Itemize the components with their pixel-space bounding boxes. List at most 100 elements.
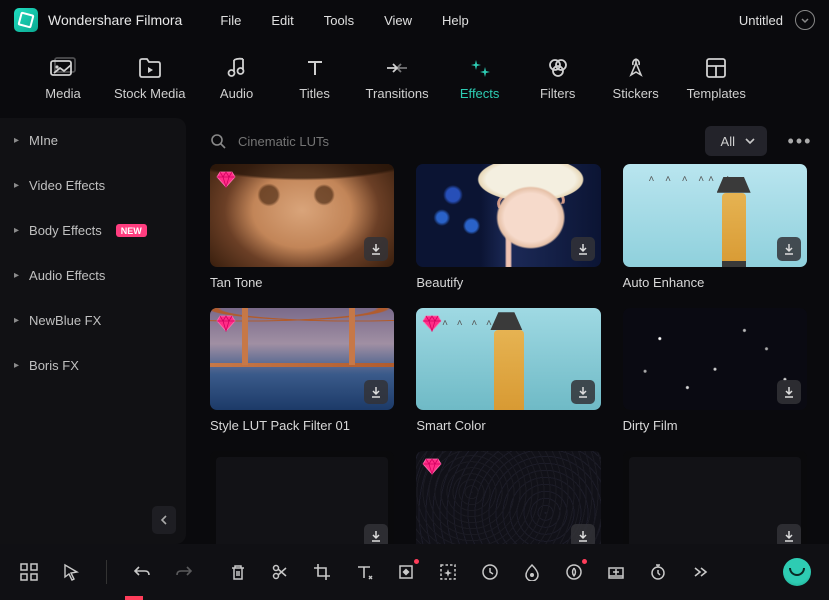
effect-card: Style LUT Pack Filter 01 xyxy=(210,308,394,434)
crop-icon[interactable] xyxy=(311,561,333,583)
timer-icon[interactable] xyxy=(647,561,669,583)
effect-card: ˄ ˄ ˄ ˄˄ ˄Auto Enhance xyxy=(623,164,807,290)
bottom-toolbar xyxy=(0,544,829,600)
effect-thumbnail[interactable] xyxy=(210,308,394,411)
sidebar-item-newblue-fx[interactable]: ▸ NewBlue FX xyxy=(0,298,186,343)
tab-label: Audio xyxy=(220,86,253,101)
menu-file[interactable]: File xyxy=(220,13,241,28)
search-input[interactable] xyxy=(238,134,693,149)
screenshot-icon[interactable] xyxy=(605,561,627,583)
recent-dropdown-icon[interactable] xyxy=(795,10,815,30)
effect-card xyxy=(210,451,394,544)
keyframe-icon[interactable] xyxy=(395,561,417,583)
app-logo xyxy=(14,8,38,32)
effect-thumbnail[interactable] xyxy=(210,164,394,267)
text-tool-icon[interactable] xyxy=(353,561,375,583)
effect-card: Tan Tone xyxy=(210,164,394,290)
premium-diamond-icon xyxy=(216,314,236,332)
effect-thumbnail[interactable] xyxy=(416,164,600,267)
sidebar-item-label: NewBlue FX xyxy=(29,313,101,328)
download-icon[interactable] xyxy=(571,524,595,544)
effect-thumbnail[interactable] xyxy=(210,451,394,544)
audio-icon xyxy=(225,57,249,79)
category-tabs: Media Stock Media Audio Titles Transitio… xyxy=(0,40,829,118)
effect-label: Beautify xyxy=(416,275,600,290)
effect-thumbnail[interactable] xyxy=(623,308,807,411)
sidebar-item-audio-effects[interactable]: ▸ Audio Effects xyxy=(0,253,186,298)
effect-thumbnail[interactable] xyxy=(623,451,807,544)
filter-dropdown[interactable]: All xyxy=(705,126,767,156)
effect-thumbnail[interactable]: ˄ ˄ ˄ ˄˄ ˄ xyxy=(623,164,807,267)
decorative-birds: ˄ ˄ ˄ ˄˄ ˄ xyxy=(648,174,734,185)
effect-card xyxy=(623,451,807,544)
ai-assistant-button[interactable] xyxy=(783,558,811,586)
sidebar-item-mine[interactable]: ▸ MIne xyxy=(0,118,186,163)
download-icon[interactable] xyxy=(777,237,801,261)
separator xyxy=(106,560,107,584)
effect-card: Dirty Film xyxy=(623,308,807,434)
split-icon[interactable] xyxy=(269,561,291,583)
tab-label: Transitions xyxy=(366,86,429,101)
effect-label: Tan Tone xyxy=(210,275,394,290)
ai-tool-icon[interactable] xyxy=(563,561,585,583)
stickers-icon xyxy=(624,57,648,79)
menubar-items: File Edit Tools View Help xyxy=(220,13,468,28)
color-icon[interactable] xyxy=(521,561,543,583)
effect-thumbnail[interactable]: ˄ ˄ ˄ ˄˄ ˄ xyxy=(416,308,600,411)
sidebar-item-video-effects[interactable]: ▸ Video Effects xyxy=(0,163,186,208)
sidebar-item-label: Boris FX xyxy=(29,358,79,373)
tab-filters[interactable]: Filters xyxy=(531,57,585,101)
download-icon[interactable] xyxy=(571,237,595,261)
tab-templates[interactable]: Templates xyxy=(687,57,746,101)
menu-help[interactable]: Help xyxy=(442,13,469,28)
speed-icon[interactable] xyxy=(479,561,501,583)
cursor-icon[interactable] xyxy=(60,561,82,583)
content-panel: All ••• Tan Tone Beautify ˄ ˄ ˄ ˄˄ ˄Auto E… xyxy=(186,118,829,544)
sidebar-item-label: MIne xyxy=(29,133,58,148)
smart-cutout-icon[interactable] xyxy=(437,561,459,583)
delete-icon[interactable] xyxy=(227,561,249,583)
layout-grid-icon[interactable] xyxy=(18,561,40,583)
tab-media[interactable]: Media xyxy=(36,57,90,101)
chevron-down-icon xyxy=(745,137,755,145)
more-options-button[interactable]: ••• xyxy=(785,126,815,156)
download-icon[interactable] xyxy=(777,524,801,544)
menu-tools[interactable]: Tools xyxy=(324,13,354,28)
content-header: All ••• xyxy=(210,118,815,164)
download-icon[interactable] xyxy=(777,380,801,404)
premium-diamond-icon xyxy=(422,457,442,475)
tab-label: Titles xyxy=(299,86,330,101)
tab-effects[interactable]: Effects xyxy=(453,57,507,101)
collapse-sidebar-button[interactable] xyxy=(152,506,176,534)
transitions-icon xyxy=(384,57,410,79)
effect-card: ˄ ˄ ˄ ˄˄ ˄Smart Color xyxy=(416,308,600,434)
notification-dot xyxy=(414,559,419,564)
menu-view[interactable]: View xyxy=(384,13,412,28)
download-icon[interactable] xyxy=(571,380,595,404)
effect-card xyxy=(416,451,600,544)
tab-label: Stock Media xyxy=(114,86,186,101)
download-icon[interactable] xyxy=(364,237,388,261)
tab-titles[interactable]: Titles xyxy=(288,57,342,101)
tab-stock-media[interactable]: Stock Media xyxy=(114,57,186,101)
download-icon[interactable] xyxy=(364,380,388,404)
tab-audio[interactable]: Audio xyxy=(210,57,264,101)
tab-label: Filters xyxy=(540,86,575,101)
tab-stickers[interactable]: Stickers xyxy=(609,57,663,101)
more-tools-icon[interactable] xyxy=(689,561,711,583)
sidebar: ▸ MIne ▸ Video Effects ▸ Body Effects NE… xyxy=(0,118,186,544)
effect-thumbnail[interactable] xyxy=(416,451,600,544)
menu-edit[interactable]: Edit xyxy=(271,13,293,28)
tab-label: Stickers xyxy=(613,86,659,101)
redo-icon[interactable] xyxy=(173,561,195,583)
sidebar-item-body-effects[interactable]: ▸ Body Effects NEW xyxy=(0,208,186,253)
tab-transitions[interactable]: Transitions xyxy=(366,57,429,101)
undo-icon[interactable] xyxy=(131,561,153,583)
effects-icon xyxy=(468,57,492,79)
tab-label: Templates xyxy=(687,86,746,101)
download-icon[interactable] xyxy=(364,524,388,544)
stock-media-icon xyxy=(137,57,163,79)
sidebar-item-boris-fx[interactable]: ▸ Boris FX xyxy=(0,343,186,388)
premium-diamond-icon xyxy=(216,170,236,188)
sidebar-item-label: Audio Effects xyxy=(29,268,105,283)
